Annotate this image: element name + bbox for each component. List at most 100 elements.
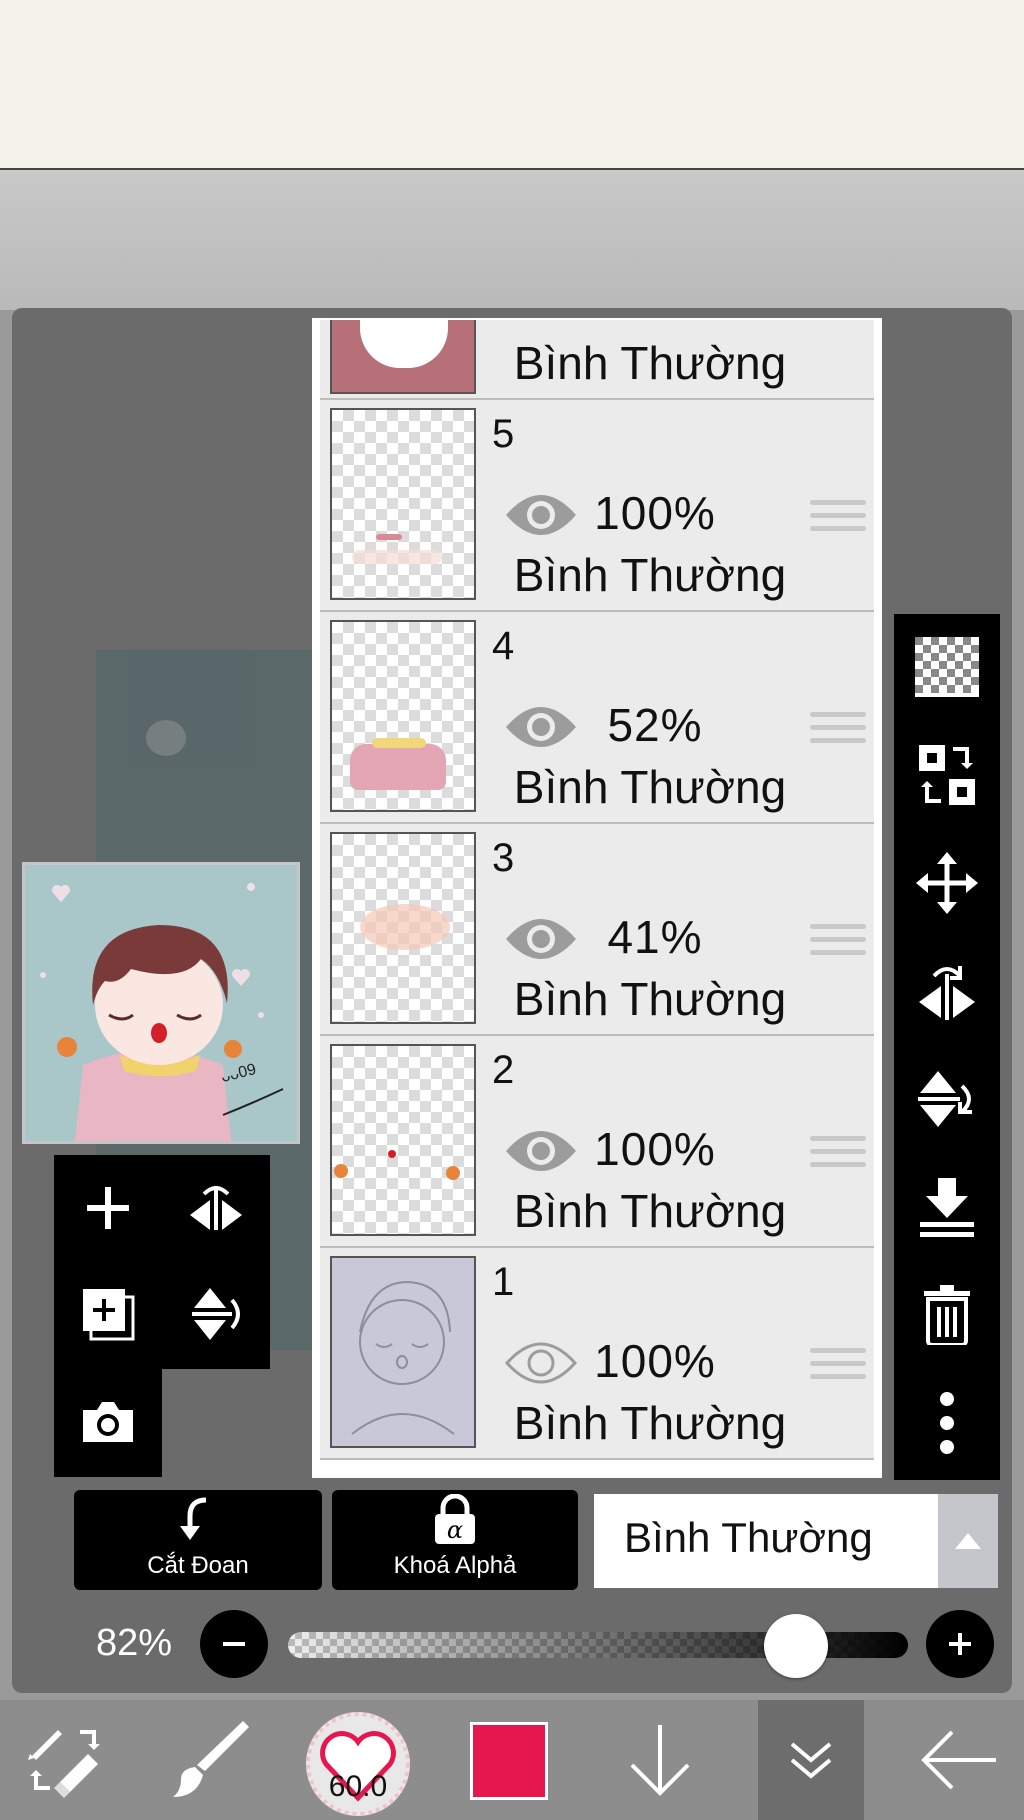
delete-layer-button[interactable]	[894, 1262, 1000, 1368]
opacity-decrease-button[interactable]	[200, 1610, 268, 1678]
drag-handle-icon[interactable]	[810, 712, 866, 751]
layer-mini-toolbar	[54, 1155, 270, 1477]
layer-thumbnail	[330, 832, 476, 1024]
more-vertical-icon	[940, 1392, 954, 1454]
layer-blend-mode: Bình Thường	[513, 761, 787, 813]
layers-panel-button[interactable]	[758, 1700, 864, 1820]
clipping-button[interactable]: Cắt Đoan	[74, 1490, 322, 1590]
back-button[interactable]	[906, 1700, 1010, 1820]
brush-size-button[interactable]: 60.0	[306, 1712, 410, 1816]
layer-thumbnail	[330, 1044, 476, 1236]
layer-tools-toolbar	[894, 614, 1000, 1480]
trash-icon	[924, 1285, 970, 1345]
sketch-thumbnail-image	[351, 1280, 455, 1435]
camera-icon	[83, 1402, 133, 1442]
drag-handle-icon[interactable]	[810, 1348, 866, 1387]
layer-thumbnail	[330, 408, 476, 600]
drag-handle-icon[interactable]	[810, 924, 866, 963]
brush-size-value: 60.0	[328, 1770, 388, 1803]
triangle-up-icon	[955, 1533, 981, 1549]
flip-layer-vertical-button[interactable]	[894, 1046, 1000, 1152]
opacity-value: 82%	[96, 1622, 173, 1664]
add-layer-copy-button[interactable]	[54, 1261, 162, 1367]
minus-icon	[223, 1642, 245, 1646]
layer-opacity: 100%	[594, 1335, 716, 1387]
visibility-eye-icon[interactable]	[504, 914, 578, 964]
add-layer-copy-icon	[83, 1289, 135, 1341]
layer-thumbnail	[330, 1256, 476, 1448]
visibility-eye-off-icon[interactable]	[504, 1338, 578, 1388]
clipping-label: Cắt Đoan	[147, 1552, 249, 1579]
header-band	[0, 170, 1024, 310]
brush-icon	[173, 1721, 249, 1797]
drag-handle-icon[interactable]	[810, 500, 866, 539]
chevron-double-down-icon	[790, 1742, 832, 1779]
opacity-increase-button[interactable]	[926, 1610, 994, 1678]
brush-tool-button[interactable]	[160, 1700, 260, 1820]
layer-opacity: 100%	[594, 487, 716, 539]
plus-icon	[949, 1633, 971, 1655]
camera-button[interactable]	[54, 1369, 162, 1475]
transparent-checker-icon	[915, 637, 979, 697]
color-swatch[interactable]	[470, 1722, 548, 1800]
lock-alpha-icon: α	[435, 1494, 475, 1544]
transparent-fill-button[interactable]	[894, 614, 1000, 720]
visibility-eye-icon[interactable]	[504, 702, 578, 752]
layer-number: 2	[492, 1048, 515, 1092]
flip-vertical-icon	[918, 1071, 972, 1127]
flip-layer-horizontal-button[interactable]	[894, 938, 1000, 1044]
top-area	[0, 0, 1024, 170]
layer-blend-mode: Bình Thường	[513, 1397, 787, 1449]
more-options-button[interactable]	[894, 1370, 1000, 1476]
canvas-thumbnail[interactable]: ᴗᴗ09	[22, 862, 300, 1144]
clipping-arrow-icon	[180, 1497, 207, 1540]
arrow-left-icon	[921, 1730, 996, 1790]
layer-thumbnail	[330, 620, 476, 812]
opacity-slider-knob[interactable]	[764, 1614, 829, 1678]
blend-mode-select[interactable]: Bình Thường	[594, 1494, 938, 1588]
bottom-toolbar: 60.0	[0, 1700, 1024, 1820]
swap-layers-icon	[919, 745, 975, 805]
visibility-eye-icon[interactable]	[504, 490, 578, 540]
layer-row-3[interactable]: 3 41% Bình Thường	[320, 824, 874, 1036]
blend-mode-value: Bình Thường	[624, 1514, 873, 1561]
layer-blend-mode: Bình Thường	[513, 973, 787, 1025]
arrow-down-icon	[630, 1725, 690, 1796]
layer-opacity: 100%	[594, 1123, 716, 1175]
layer-row-4[interactable]: 4 52% Bình Thường	[320, 612, 874, 824]
layer-row-2[interactable]: 2 100% Bình Thường	[320, 1036, 874, 1248]
layer-down-button[interactable]	[612, 1700, 708, 1820]
flip-vertical-icon	[192, 1288, 240, 1340]
alpha-lock-button[interactable]: α Khoá Alphả	[332, 1490, 578, 1590]
add-layer-button[interactable]	[54, 1155, 162, 1261]
layer-row-partial[interactable]: Bình Thường	[320, 320, 874, 400]
drag-handle-icon[interactable]	[810, 1136, 866, 1175]
layer-list-panel[interactable]: Bình Thường 5 100% Bình Thường 4 52% Bìn…	[312, 318, 882, 1478]
svg-text:α: α	[447, 1516, 463, 1544]
layer-blend-mode: Bình Thường	[513, 337, 787, 389]
layer-opacity: 52%	[607, 699, 703, 751]
blend-mode-dropdown-button[interactable]	[938, 1494, 998, 1588]
move-layer-button[interactable]	[894, 830, 1000, 936]
flip-horizontal-icon	[919, 966, 975, 1020]
layer-number: 5	[492, 412, 515, 456]
swap-layers-button[interactable]	[894, 722, 1000, 828]
artwork-thumbnail-image	[40, 883, 284, 1141]
layer-opacity: 41%	[607, 911, 703, 963]
pen-eraser-swap-icon	[28, 1730, 100, 1798]
flip-canvas-vertical-button[interactable]	[162, 1261, 270, 1367]
layer-row-1[interactable]: 1 100% Bình Thường	[320, 1248, 874, 1460]
layer-blend-mode: Bình Thường	[513, 549, 787, 601]
opacity-slider[interactable]	[288, 1614, 908, 1678]
visibility-eye-icon[interactable]	[504, 1126, 578, 1176]
merge-down-button[interactable]	[894, 1154, 1000, 1260]
flip-canvas-horizontal-button[interactable]	[162, 1155, 270, 1261]
pen-eraser-swap-button[interactable]	[18, 1700, 114, 1820]
layer-number: 3	[492, 836, 515, 880]
plus-icon	[87, 1187, 129, 1229]
flip-horizontal-icon	[190, 1186, 242, 1230]
layer-row-5[interactable]: 5 100% Bình Thường	[320, 400, 874, 612]
opacity-slider-row: 82%	[0, 1602, 1024, 1690]
layer-number: 4	[492, 624, 515, 668]
alpha-lock-label: Khoá Alphả	[393, 1552, 517, 1579]
